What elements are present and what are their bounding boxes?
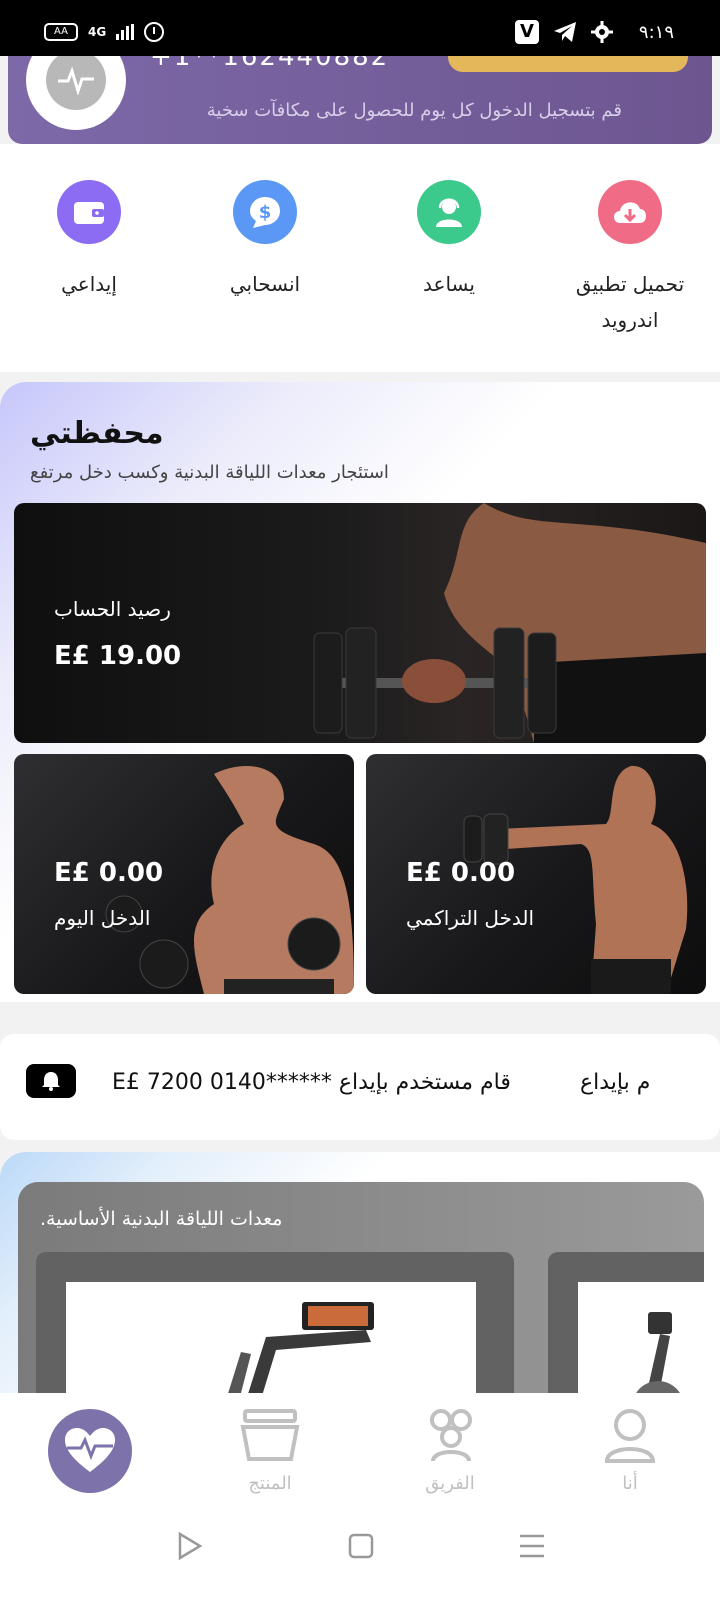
wallet-subtitle: استئجار معدات اللياقة البدنية وكسب دخل م… bbox=[30, 462, 389, 483]
product-card[interactable] bbox=[548, 1252, 704, 1412]
deposit-notice-ticker: E£ 7200 0140****** قام مستخدم بإيداع م ب… bbox=[0, 1034, 720, 1140]
withdraw-button[interactable]: $ انسحابي bbox=[190, 180, 340, 302]
today-income-value: E£ 0.00 bbox=[54, 858, 164, 888]
v-app-icon: V bbox=[514, 20, 539, 44]
products-title: معدات اللياقة البدنية الأساسية. bbox=[40, 1208, 283, 1230]
deposit-button[interactable]: إيداعي bbox=[14, 180, 164, 302]
notice-text: E£ 7200 0140****** قام مستخدم بإيداع bbox=[112, 1070, 511, 1095]
status-bar: AA 4G V ٩:١٩ bbox=[0, 0, 720, 56]
home-square-icon[interactable] bbox=[348, 1533, 374, 1559]
balance-value: E£ 19.00 bbox=[54, 641, 182, 671]
download-android-app-button[interactable]: تحميل تطبيق اندرويد bbox=[555, 180, 705, 338]
nav-label: أنا bbox=[622, 1473, 638, 1494]
account-balance-card[interactable]: رصيد الحساب E£ 19.00 bbox=[14, 503, 706, 743]
nav-home-button[interactable] bbox=[48, 1409, 132, 1493]
support-agent-icon bbox=[417, 180, 481, 244]
team-icon bbox=[430, 1409, 472, 1462]
menu-lines-icon[interactable] bbox=[518, 1533, 546, 1559]
checkin-message: قم بتسجيل الدخول كل يوم للحصول على مكافآ… bbox=[206, 100, 622, 121]
bottom-nav: المنتج الفريق أنا bbox=[0, 1393, 720, 1513]
today-income-label: الدخل اليوم bbox=[54, 906, 151, 930]
nav-me[interactable]: أنا bbox=[580, 1407, 680, 1494]
help-button[interactable]: يساعد bbox=[374, 180, 524, 302]
quick-actions: تحميل تطبيق اندرويد يساعد $ انسحابي إيدا… bbox=[0, 144, 720, 372]
heartbeat-avatar-icon bbox=[46, 56, 106, 110]
signal-icon bbox=[116, 24, 135, 40]
nav-label: المنتج bbox=[248, 1473, 292, 1494]
avatar[interactable] bbox=[26, 56, 126, 130]
action-label: تحميل تطبيق اندرويد bbox=[575, 272, 685, 332]
wallet-section: محفظتي استئجار معدات اللياقة البدنية وكس… bbox=[0, 382, 720, 1002]
telegram-icon bbox=[553, 22, 576, 42]
cumulative-income-label: الدخل التراكمي bbox=[406, 906, 535, 930]
wallet-icon bbox=[57, 180, 121, 244]
heartbeat-icon bbox=[65, 1428, 115, 1472]
network-type: 4G bbox=[88, 25, 107, 39]
action-label: يساعد bbox=[423, 272, 475, 296]
user-icon bbox=[604, 1409, 656, 1463]
bell-icon bbox=[26, 1064, 76, 1098]
product-card[interactable] bbox=[36, 1252, 514, 1412]
cumulative-income-value: E£ 0.00 bbox=[406, 858, 516, 888]
products-panel: معدات اللياقة البدنية الأساسية. bbox=[18, 1182, 704, 1412]
back-triangle-icon[interactable] bbox=[176, 1531, 204, 1561]
nav-product[interactable]: المنتج bbox=[220, 1407, 320, 1494]
checkin-button[interactable] bbox=[448, 56, 688, 72]
battery-icon: AA bbox=[44, 23, 78, 41]
product-box-icon bbox=[240, 1409, 300, 1461]
user-header-card: +1**162440882 قم بتسجيل الدخول كل يوم لل… bbox=[8, 56, 712, 144]
user-phone: +1**162440882 bbox=[150, 56, 390, 72]
settings-gear-icon bbox=[590, 21, 613, 43]
products-section: معدات اللياقة البدنية الأساسية. bbox=[0, 1152, 720, 1412]
clock-time: ٩:١٩ bbox=[638, 21, 674, 43]
balance-label: رصيد الحساب bbox=[54, 597, 171, 621]
svg-text:$: $ bbox=[259, 202, 272, 223]
athlete-dumbbell-photo bbox=[313, 503, 706, 743]
nav-team[interactable]: الفريق bbox=[400, 1407, 500, 1494]
system-nav-bar bbox=[0, 1513, 720, 1600]
cloud-download-icon bbox=[598, 180, 662, 244]
nav-label: الفريق bbox=[425, 1473, 475, 1494]
notice-text-tail: م بإيداع bbox=[580, 1070, 651, 1095]
dollar-bubble-icon: $ bbox=[233, 180, 297, 244]
wallet-title: محفظتي bbox=[30, 416, 164, 451]
today-income-card[interactable]: E£ 0.00 الدخل اليوم bbox=[14, 754, 354, 994]
cumulative-income-card[interactable]: E£ 0.00 الدخل التراكمي bbox=[366, 754, 706, 994]
alarm-icon bbox=[144, 22, 165, 42]
action-label: انسحابي bbox=[229, 272, 301, 296]
action-label: إيداعي bbox=[61, 272, 117, 296]
